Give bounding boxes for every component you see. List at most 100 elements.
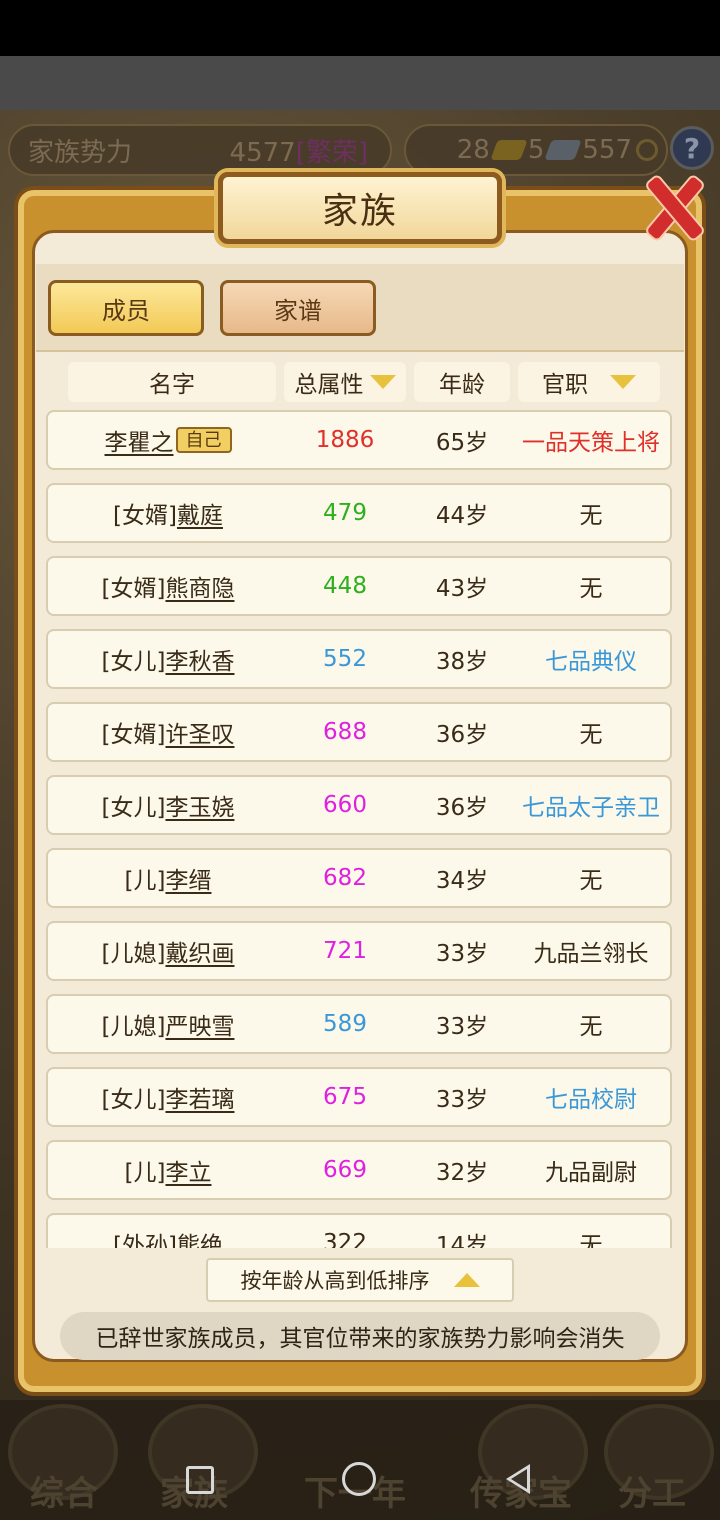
member-age: 34岁 [435,868,489,894]
member-name[interactable]: 严映雪 [165,1007,234,1041]
member-attr: 552 [323,646,367,672]
member-name[interactable]: 李缙 [165,861,211,895]
member-attr: 721 [323,938,367,964]
member-name[interactable]: 李玉娆 [165,788,234,822]
member-row[interactable]: [女婿] 许圣叹 688 36岁 无 [46,702,672,762]
member-relation: [儿媳] [101,941,166,967]
coin-icon [636,139,658,161]
member-name[interactable]: 熊绝 [177,1226,223,1248]
member-office: 无 [579,503,603,529]
silver-ingot-icon [544,140,582,160]
recent-apps-icon[interactable] [186,1466,214,1494]
member-row[interactable]: [女婿] 戴庭 479 44岁 无 [46,483,672,543]
member-relation: [女婿] [113,503,177,529]
member-attr: 1886 [315,427,375,453]
member-office: 七品典仪 [545,649,637,675]
member-office: 无 [579,1014,603,1040]
member-relation: [儿] [124,868,166,894]
member-row[interactable]: [女儿] 李玉娆 660 36岁 七品太子亲卫 [46,775,672,835]
member-relation: [女婿] [101,722,166,748]
member-office: 七品校尉 [545,1087,637,1113]
member-relation: [儿] [124,1160,166,1186]
member-row[interactable]: 李瞿之 自己 1886 65岁 一品天策上将 [46,410,672,470]
member-row[interactable]: [儿媳] 戴织画 721 33岁 九品兰翎长 [46,921,672,981]
member-attr: 322 [323,1230,367,1248]
member-office: 七品太子亲卫 [522,795,660,821]
member-office: 无 [579,576,603,602]
tab-members[interactable]: 成员 [48,280,204,336]
member-name[interactable]: 李秋香 [165,642,234,676]
status-bar [0,0,720,56]
member-row[interactable]: [儿] 李立 669 32岁 九品副尉 [46,1140,672,1200]
member-name[interactable]: 熊商隐 [165,569,234,603]
member-office: 无 [579,1233,603,1248]
family-power-rank: [繁荣] [295,137,368,168]
filter-down-icon [610,375,636,389]
member-name[interactable]: 李瞿之 [105,423,174,457]
member-age: 33岁 [435,1087,489,1113]
member-row[interactable]: [儿媳] 严映雪 589 33岁 无 [46,994,672,1054]
member-office: 九品副尉 [545,1160,637,1186]
member-relation: [女儿] [101,795,166,821]
gold-count: 28 [456,135,490,165]
dialog-title-plate: 家族 [218,172,502,244]
back-icon[interactable] [506,1464,530,1494]
member-row[interactable]: [女婿] 熊商隐 448 43岁 无 [46,556,672,616]
member-age: 33岁 [435,1014,489,1040]
sort-by-age-button[interactable]: 按年龄从高到低排序 [206,1258,514,1302]
dialog-title: 家族 [321,191,398,232]
member-attr: 675 [323,1084,367,1110]
system-nav-bar [0,1460,720,1500]
member-age: 44岁 [435,503,489,529]
member-name[interactable]: 许圣叹 [165,715,234,749]
member-name[interactable]: 李立 [165,1153,211,1187]
family-power-value: 4577[繁荣] [229,137,368,168]
member-name[interactable]: 戴庭 [177,496,223,530]
currency-bar: 28 5 557 [404,124,668,176]
home-icon[interactable] [342,1462,376,1496]
member-relation: [儿媳] [101,1014,166,1040]
family-power-bar: 家族势力 4577[繁荣] [8,124,392,176]
member-attr: 682 [323,865,367,891]
member-relation: [女婿] [101,576,166,602]
member-age: 32岁 [435,1160,489,1186]
member-row[interactable]: [女儿] 李秋香 552 38岁 七品典仪 [46,629,672,689]
gold-ingot-icon [490,140,528,160]
member-row[interactable]: [女儿] 李若璃 675 33岁 七品校尉 [46,1067,672,1127]
column-header-name: 名字 [68,362,276,402]
member-row[interactable]: [儿] 李缙 682 34岁 无 [46,848,672,908]
member-office: 无 [579,868,603,894]
silver-count: 5 [527,135,545,165]
member-relation: [外孙] [113,1233,177,1248]
member-attr: 660 [323,792,367,818]
family-power-label: 家族势力 [28,137,133,168]
column-header-attr[interactable]: 总属性 [284,362,406,402]
member-attr: 589 [323,1011,367,1037]
member-name[interactable]: 李若璃 [165,1080,234,1114]
member-attr: 688 [323,719,367,745]
member-office: 一品天策上将 [522,430,660,456]
member-age: 38岁 [435,649,489,675]
tab-genealogy[interactable]: 家谱 [220,280,376,336]
sort-down-icon [369,375,396,389]
deceased-note: 已辞世家族成员，其官位带来的家族势力影响会消失 [60,1312,660,1360]
member-age: 65岁 [435,430,489,456]
column-header-age[interactable]: 年龄 [414,362,510,402]
member-attr: 479 [323,500,367,526]
help-button[interactable]: ? [670,126,714,170]
member-row[interactable]: [外孙] 熊绝 322 14岁 无 [46,1213,672,1248]
top-dim-band [0,56,720,110]
close-icon[interactable] [636,170,706,242]
member-office: 无 [579,722,603,748]
coin-count: 557 [582,135,632,165]
member-relation: [女儿] [101,649,166,675]
member-name[interactable]: 戴织画 [165,934,234,968]
self-badge: 自己 [175,427,232,453]
sort-up-icon [453,1273,480,1287]
member-office: 九品兰翎长 [533,941,649,967]
member-age: 36岁 [435,795,489,821]
member-age: 36岁 [435,722,489,748]
member-list[interactable]: 李瞿之 自己 1886 65岁 一品天策上将 [女婿] 戴庭 479 44岁 无 [… [36,406,684,1248]
column-header-office[interactable]: 官职 [518,362,660,402]
member-attr: 669 [323,1157,367,1183]
